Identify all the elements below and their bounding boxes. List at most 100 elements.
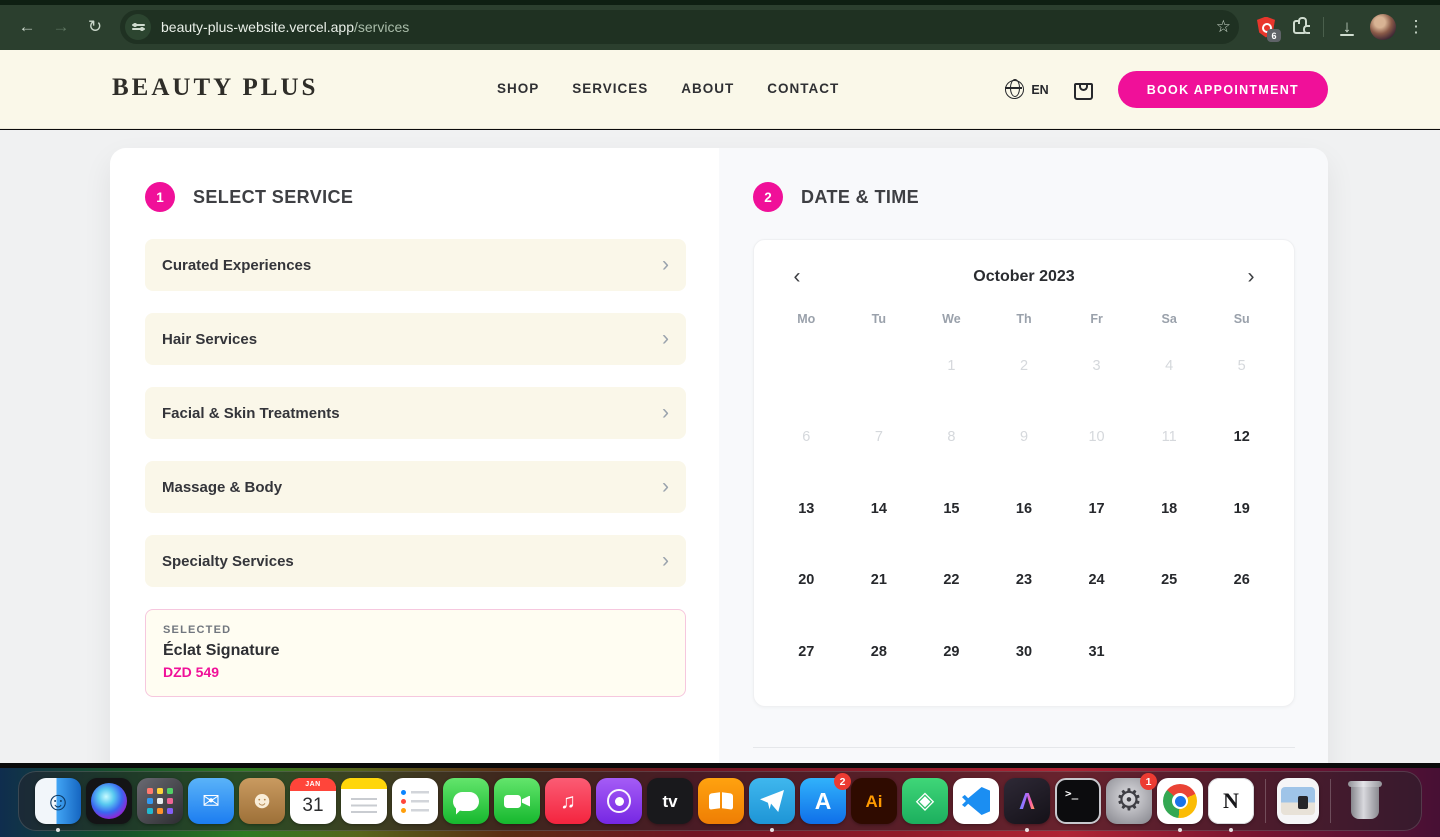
nav-about[interactable]: ABOUT [681,81,734,96]
calendar-icon[interactable]: JAN31 [290,778,336,824]
nav-services[interactable]: SERVICES [572,81,648,96]
calendar-day[interactable]: 26 [1205,545,1278,617]
calendar-day[interactable]: 27 [770,616,843,688]
apple-tv-icon[interactable]: tv [647,778,693,824]
weekday-label: We [915,312,988,326]
launchpad-icon[interactable] [137,778,183,824]
calendar-day: 3 [1060,330,1133,402]
peak-gradient-app-glyph: Λ [1019,790,1034,813]
prompt-glyph: >_ [1065,787,1078,800]
address-bar[interactable]: beauty-plus-website.vercel.app/services … [120,10,1239,44]
calendar-day[interactable]: 17 [1060,473,1133,545]
music-icon[interactable]: ♫ [545,778,591,824]
calendar-day[interactable]: 20 [770,545,843,617]
siri-icon[interactable] [86,778,132,824]
dock-separator-icon [1330,779,1331,823]
cart-bag-icon[interactable] [1073,79,1094,101]
site-logo[interactable]: BEAUTY PLUS [112,74,318,102]
calendar-day[interactable]: 13 [770,473,843,545]
reminders-icon[interactable] [392,778,438,824]
nav-contact[interactable]: CONTACT [767,81,839,96]
step-1-header: 1 SELECT SERVICE [145,182,686,212]
service-category-row[interactable]: Facial & Skin Treatments› [145,387,686,439]
trash-icon[interactable] [1342,778,1388,824]
reload-icon[interactable]: ↻ [78,10,112,44]
book-appointment-button[interactable]: BOOK APPOINTMENT [1118,71,1328,108]
url-text: beauty-plus-website.vercel.app/services [161,19,1208,35]
calendar-day[interactable]: 18 [1133,473,1206,545]
service-category-list: Curated Experiences› Hair Services› Facial… [145,239,686,587]
peak-gradient-app-icon[interactable]: Λ [1004,778,1050,824]
chrome-icon[interactable] [1157,778,1203,824]
weekday-label: Mo [770,312,843,326]
illustrator-glyph: Ai [866,793,883,810]
calendar-card: ‹ October 2023 › MoTuWeThFrSaSu 12345678… [753,239,1295,707]
downloads-icon[interactable]: ↓ [1330,10,1364,44]
local-dev-icon[interactable]: ◈ [902,778,948,824]
system-settings-glyph: ⚙ [1116,786,1143,816]
calendar-day: 8 [915,402,988,474]
notes-icon[interactable] [341,778,387,824]
facetime-icon[interactable] [494,778,540,824]
calendar-day[interactable]: 19 [1205,473,1278,545]
notes-lines [351,798,377,813]
reminder-dots [401,790,406,795]
illustrator-icon[interactable]: Ai [851,778,897,824]
bookmark-star-icon[interactable]: ☆ [1216,17,1231,37]
calendar-day[interactable]: 14 [843,473,916,545]
contacts-icon[interactable]: ☻ [239,778,285,824]
service-category-row[interactable]: Massage & Body› [145,461,686,513]
calendar-day[interactable]: 15 [915,473,988,545]
calendar-day[interactable]: 16 [988,473,1061,545]
running-indicator [1229,828,1233,832]
calendar-day: 6 [770,402,843,474]
video-camera [504,795,521,808]
chevron-right-icon: › [662,254,669,275]
vscode-mark [962,787,990,815]
calendar-day[interactable]: 28 [843,616,916,688]
calendar-day[interactable]: 25 [1133,545,1206,617]
calendar-day[interactable]: 31 [1060,616,1133,688]
extension-badge: 6 [1267,29,1281,42]
vscode-icon[interactable] [953,778,999,824]
notion-icon[interactable]: N [1208,778,1254,824]
profile-avatar[interactable] [1370,14,1396,40]
trash-bin [1351,784,1379,819]
browser-menu-icon[interactable]: ⋮ [1402,10,1430,44]
back-icon[interactable]: ← [10,10,44,44]
calendar-day[interactable]: 12 [1205,402,1278,474]
calendar-day[interactable]: 22 [915,545,988,617]
calendar-day[interactable]: 21 [843,545,916,617]
calendar-next-icon[interactable]: › [1238,264,1264,290]
minimized-window-icon[interactable] [1277,778,1319,824]
language-selector[interactable]: EN [1005,80,1048,99]
service-category-row[interactable]: Curated Experiences› [145,239,686,291]
telegram-icon[interactable] [749,778,795,824]
mail-icon[interactable]: ✉ [188,778,234,824]
books-icon[interactable] [698,778,744,824]
service-category-row[interactable]: Hair Services› [145,313,686,365]
system-settings-icon[interactable]: ⚙1 [1106,778,1152,824]
adblock-extension-icon[interactable]: 6 [1249,10,1283,44]
extensions-puzzle-icon[interactable] [1283,10,1317,44]
calendar-day[interactable]: 24 [1060,545,1133,617]
nav-shop[interactable]: SHOP [497,81,539,96]
podcasts-icon[interactable] [596,778,642,824]
dock-separator-icon [1265,779,1266,823]
calendar-prev-icon[interactable]: ‹ [784,264,810,290]
site-settings-icon[interactable] [125,14,151,40]
service-category-row[interactable]: Specialty Services› [145,535,686,587]
calendar-day[interactable]: 29 [915,616,988,688]
app-store-icon[interactable]: A2 [800,778,846,824]
running-indicator [1178,828,1182,832]
step-2-header: 2 DATE & TIME [753,182,1295,212]
finder-icon[interactable]: ☺ [35,778,81,824]
calendar-day[interactable]: 30 [988,616,1061,688]
selected-service-name: Éclat Signature [163,642,668,660]
macos-dock: ☺ ✉☻JAN31 ♫ tv A2 Ai ◈ Λ >_ ⚙1 N [18,771,1422,831]
step-2-badge: 2 [753,182,783,212]
calendar-day[interactable]: 23 [988,545,1061,617]
terminal-icon[interactable]: >_ [1055,778,1101,824]
messages-icon[interactable] [443,778,489,824]
launchpad-grid [147,788,173,814]
